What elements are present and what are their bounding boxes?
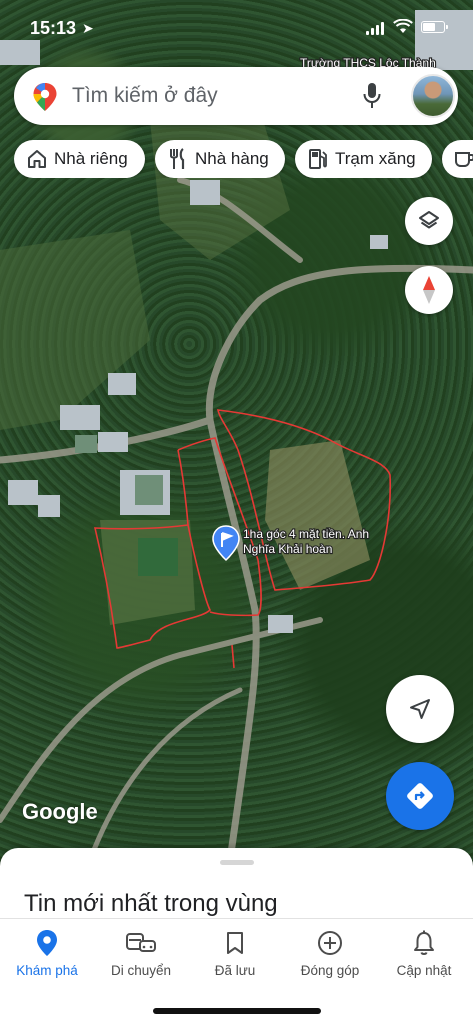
add-circle-icon (284, 929, 376, 957)
nav-label: Khám phá (1, 963, 93, 978)
gas-station-icon (307, 148, 329, 170)
home-icon (26, 148, 48, 170)
my-location-button[interactable] (386, 675, 454, 743)
nav-label: Đóng góp (284, 963, 376, 978)
compass-icon (421, 275, 437, 305)
status-bar: 15:13 ➤ (0, 0, 473, 60)
location-services-icon: ➤ (82, 20, 94, 37)
chip-gas-stations[interactable]: Trạm xăng (295, 140, 432, 178)
chip-label: Trạm xăng (335, 149, 416, 169)
layers-button[interactable] (405, 197, 453, 245)
user-avatar[interactable] (411, 74, 455, 118)
microphone-icon[interactable] (362, 82, 382, 110)
category-chips: Nhà riêng Nhà hàng Trạm xăng (14, 140, 473, 178)
cellular-signal-icon (366, 22, 384, 35)
search-placeholder[interactable]: Tìm kiếm ở đây (72, 84, 218, 108)
nav-label: Đã lưu (189, 963, 281, 978)
sheet-title: Tin mới nhất trong vùng (24, 890, 278, 918)
status-time: 15:13 (30, 18, 76, 39)
explore-pin-icon (1, 929, 93, 957)
nav-label: Di chuyển (95, 963, 187, 978)
coffee-icon (454, 148, 473, 170)
chip-label: Nhà hàng (195, 149, 269, 169)
wifi-icon (393, 19, 413, 34)
nav-contribute[interactable]: Đóng góp (284, 929, 376, 978)
sheet-drag-handle[interactable] (220, 860, 254, 865)
chip-restaurants[interactable]: Nhà hàng (155, 140, 285, 178)
nav-explore[interactable]: Khám phá (1, 929, 93, 978)
google-maps-pin-icon (32, 82, 58, 112)
chip-home[interactable]: Nhà riêng (14, 140, 145, 178)
flag-pin-icon[interactable] (213, 526, 239, 560)
bookmark-icon (189, 929, 281, 957)
directions-button[interactable] (386, 762, 454, 830)
battery-icon (421, 21, 445, 33)
nav-label: Cập nhật (378, 963, 470, 978)
my-location-icon (408, 697, 432, 721)
search-bar[interactable]: Tìm kiếm ở đây (14, 67, 458, 125)
nav-saved[interactable]: Đã lưu (189, 929, 281, 978)
bell-icon (378, 929, 470, 957)
pin-label-line2[interactable]: Nghĩa Khải hoàn (243, 542, 332, 556)
fork-knife-icon (167, 148, 189, 170)
commute-icon (95, 929, 187, 957)
chip-coffee[interactable] (442, 140, 473, 178)
google-logo: Google (22, 799, 98, 825)
nav-commute[interactable]: Di chuyển (95, 929, 187, 978)
home-indicator[interactable] (153, 1008, 321, 1014)
pin-label-line1[interactable]: 1ha góc 4 mặt tiền. Anh (243, 527, 369, 541)
layers-icon (418, 210, 440, 232)
directions-icon (405, 781, 435, 811)
nav-updates[interactable]: Cập nhật (378, 929, 470, 978)
compass-button[interactable] (405, 266, 453, 314)
chip-label: Nhà riêng (54, 149, 128, 169)
